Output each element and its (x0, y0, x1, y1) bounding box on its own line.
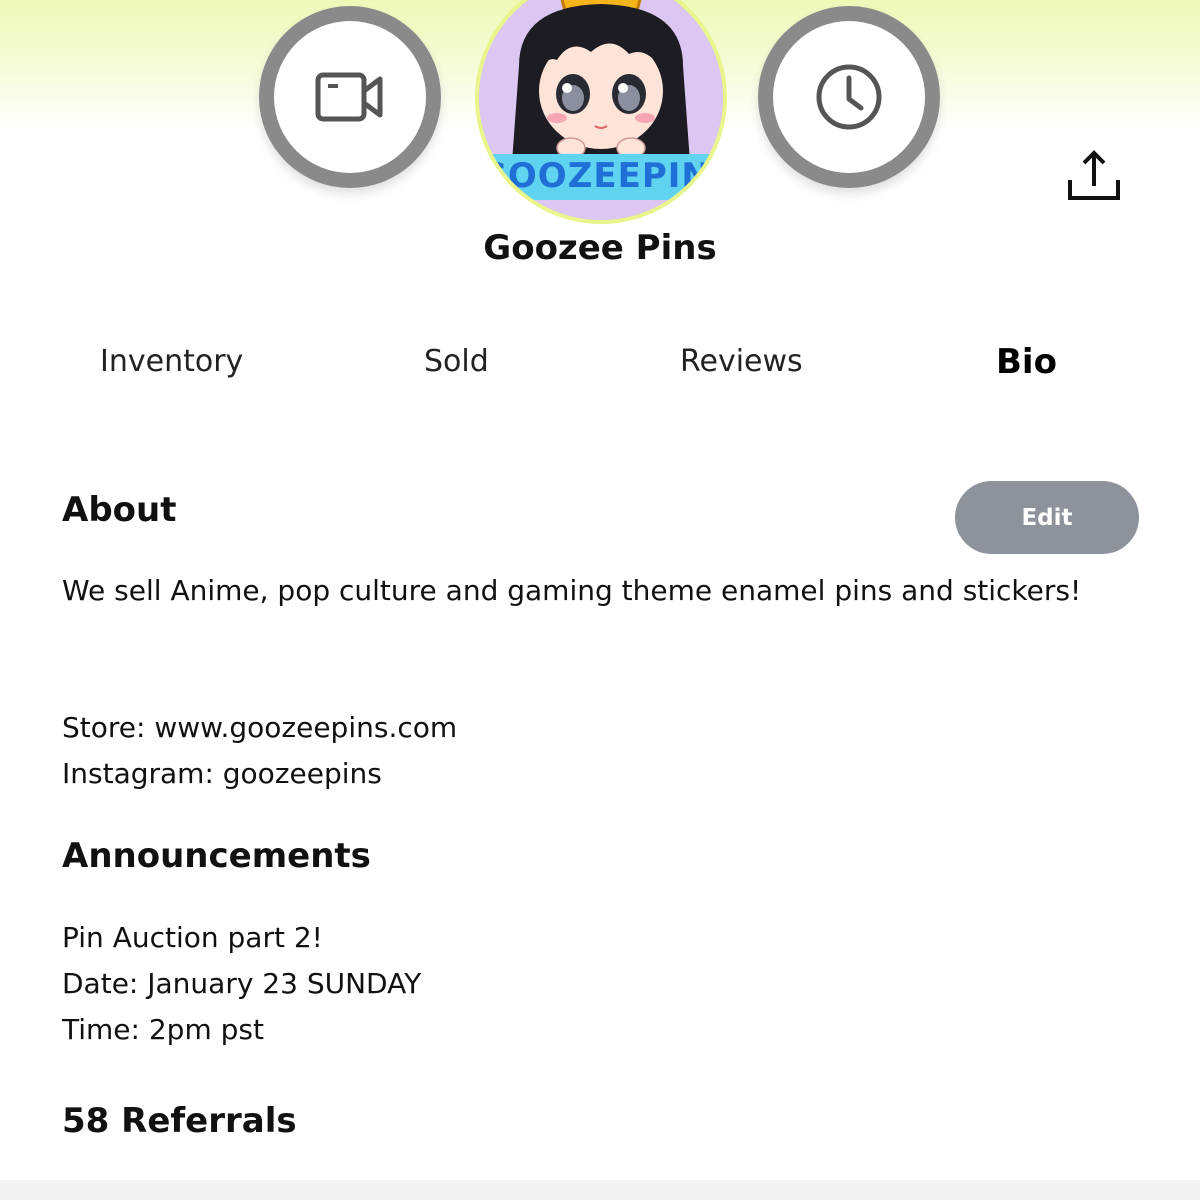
announcement-line: Time: 2pm pst (62, 1013, 264, 1046)
about-heading: About (62, 490, 177, 530)
referrals-count: 58 Referrals (62, 1101, 297, 1141)
video-button-face[interactable] (274, 21, 426, 173)
history-button-face[interactable] (773, 21, 925, 173)
tab-reviews[interactable]: Reviews (680, 344, 803, 379)
tab-sold[interactable]: Sold (424, 344, 489, 379)
profile-avatar[interactable]: GOOZEEPINS (475, 0, 727, 224)
edit-button[interactable]: Edit (955, 481, 1139, 554)
instagram-handle[interactable]: Instagram: goozeepins (62, 751, 382, 797)
share-upload-icon (1068, 150, 1120, 200)
profile-name: Goozee Pins (483, 228, 717, 268)
avatar-image: GOOZEEPINS (479, 0, 723, 220)
video-button[interactable] (259, 6, 441, 188)
tab-inventory[interactable]: Inventory (100, 344, 243, 379)
share-button[interactable] (1066, 150, 1122, 202)
announcement-line: Pin Auction part 2! (62, 921, 323, 954)
tab-bio[interactable]: Bio (996, 342, 1057, 382)
profile-tabs: Inventory Sold Reviews Bio (0, 340, 1200, 390)
video-camera-icon (315, 72, 383, 122)
history-button[interactable] (758, 6, 940, 188)
bottom-divider (0, 1180, 1200, 1200)
announcements-heading: Announcements (62, 836, 371, 876)
about-description: We sell Anime, pop culture and gaming th… (62, 574, 1082, 607)
clock-icon (816, 64, 882, 130)
avatar-banner-text: GOOZEEPINS (479, 156, 723, 196)
announcement-line: Date: January 23 SUNDAY (62, 967, 422, 1000)
store-link[interactable]: Store: www.goozeepins.com (62, 705, 457, 751)
